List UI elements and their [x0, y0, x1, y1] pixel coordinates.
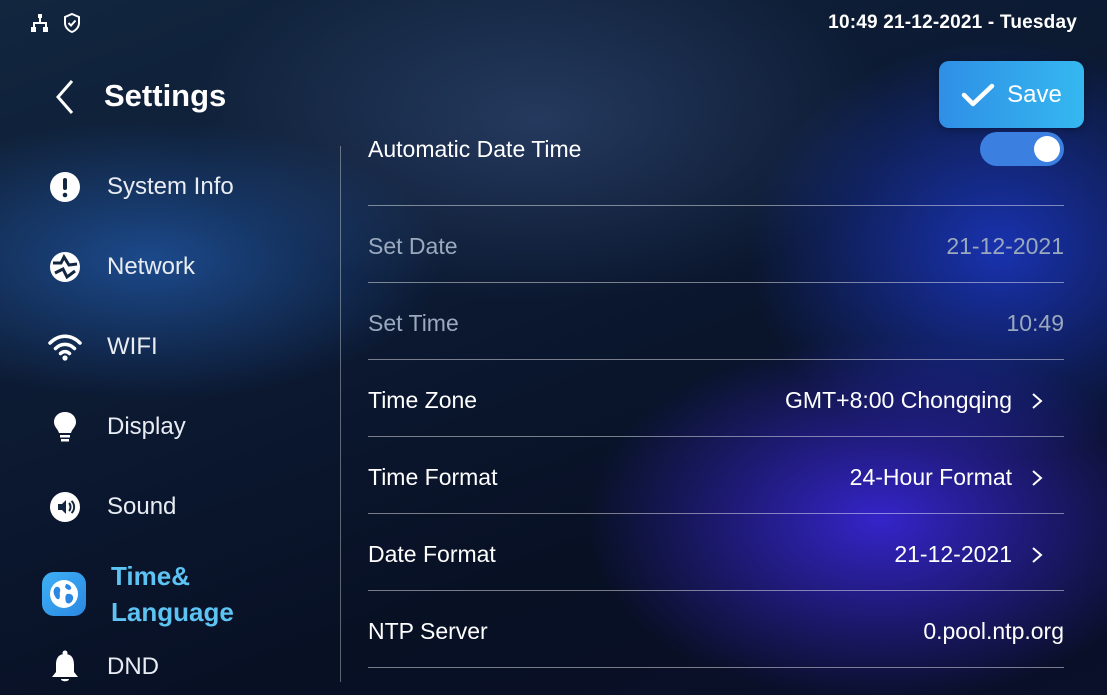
- row-value-wrap: 24-Hour Format: [850, 464, 1064, 491]
- sidebar-item-system-info[interactable]: System Info: [48, 170, 234, 204]
- sidebar-item-label: System Info: [107, 173, 234, 200]
- sidebar-item-label-line2: Language: [111, 597, 234, 627]
- chevron-right-icon: [1032, 546, 1043, 563]
- sidebar-item-label: WIFI: [107, 333, 158, 360]
- sidebar-item-wifi[interactable]: WIFI: [48, 330, 158, 364]
- row-automatic-date-time: Automatic Date Time: [368, 128, 1064, 206]
- row-time-zone[interactable]: Time Zone GMT+8:00 Chongqing: [368, 359, 1064, 437]
- row-time-format[interactable]: Time Format 24-Hour Format: [368, 436, 1064, 514]
- row-ntp-server[interactable]: NTP Server 0.pool.ntp.org: [368, 590, 1064, 668]
- check-icon: [961, 83, 995, 106]
- bell-icon: [48, 650, 82, 684]
- row-label: Set Time: [368, 310, 459, 336]
- back-button[interactable]: [50, 78, 80, 116]
- set-time-value: 10:49: [1006, 310, 1064, 336]
- set-date-value: 21-12-2021: [946, 233, 1064, 259]
- sidebar-item-label: DND: [107, 653, 159, 680]
- status-icons: [30, 12, 82, 34]
- sidebar-item-display[interactable]: Display: [48, 410, 186, 444]
- row-label: Date Format: [368, 541, 496, 567]
- lightbulb-icon: [48, 410, 82, 444]
- automatic-date-time-toggle[interactable]: [980, 132, 1064, 166]
- globe-network-icon: [48, 250, 82, 284]
- save-button[interactable]: Save: [939, 61, 1084, 128]
- chevron-right-icon: [1032, 392, 1043, 409]
- sidebar-item-sound[interactable]: Sound: [48, 490, 176, 524]
- sidebar-item-label: Display: [107, 413, 186, 440]
- time-zone-value: GMT+8:00 Chongqing: [785, 387, 1012, 413]
- row-set-time[interactable]: Set Time 10:49: [368, 282, 1064, 360]
- speaker-icon: [48, 490, 82, 524]
- row-label: NTP Server: [368, 618, 488, 644]
- sidebar-item-label: Network: [107, 253, 196, 280]
- exclamation-circle-icon: [48, 170, 82, 204]
- wifi-icon: [48, 330, 82, 364]
- toggle-knob: [1034, 136, 1060, 162]
- status-bar: 10:49 21-12-2021 - Tuesday: [0, 0, 1107, 40]
- sidebar-item-label: Time& Language: [111, 558, 234, 630]
- sidebar-item-label-line1: Time&: [111, 561, 190, 591]
- settings-list: Automatic Date Time Set Date 21-12-2021 …: [368, 128, 1064, 695]
- sidebar: System Info Network WIFI Display Sound T…: [0, 140, 340, 695]
- ntp-server-value: 0.pool.ntp.org: [923, 618, 1064, 644]
- status-datetime: 10:49 21-12-2021 - Tuesday: [828, 12, 1077, 33]
- network-topology-icon: [30, 13, 50, 33]
- row-value-wrap: GMT+8:00 Chongqing: [785, 387, 1064, 414]
- row-label: Automatic Date Time: [368, 136, 582, 162]
- row-label: Set Date: [368, 233, 458, 259]
- page-title: Settings: [104, 78, 227, 113]
- time-format-value: 24-Hour Format: [849, 464, 1012, 490]
- shield-check-icon: [62, 12, 82, 34]
- sidebar-item-label: Sound: [107, 493, 177, 520]
- row-set-date[interactable]: Set Date 21-12-2021: [368, 205, 1064, 283]
- sidebar-divider: [340, 146, 341, 682]
- chevron-right-icon: [1032, 469, 1043, 486]
- sidebar-item-network[interactable]: Network: [48, 250, 195, 284]
- date-format-value: 21-12-2021: [894, 541, 1012, 567]
- globe-icon: [42, 572, 86, 616]
- sidebar-item-time-language[interactable]: Time& Language: [42, 558, 234, 630]
- sidebar-item-dnd[interactable]: DND: [48, 650, 159, 684]
- save-button-label: Save: [1007, 80, 1062, 108]
- row-date-format[interactable]: Date Format 21-12-2021: [368, 513, 1064, 591]
- row-label: Time Zone: [368, 387, 478, 413]
- row-label: Time Format: [368, 464, 498, 490]
- chevron-left-icon: [56, 80, 74, 114]
- row-value-wrap: 21-12-2021: [894, 541, 1064, 568]
